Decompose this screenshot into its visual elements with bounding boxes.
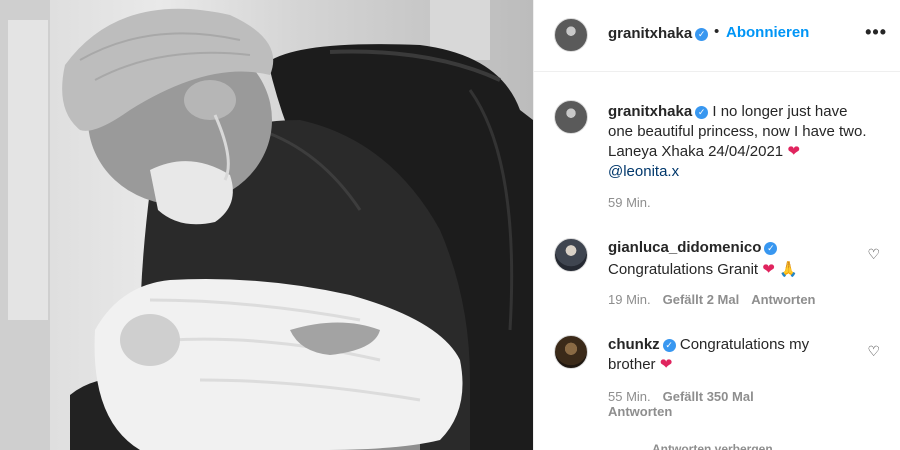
comment-meta: 55 Min. Gefällt 350 Mal: [608, 389, 754, 404]
comment-likes[interactable]: Gefällt 2 Mal: [663, 292, 740, 307]
heart-emoji: ❤: [787, 143, 800, 160]
caption: granitxhaka ✓ I no longer just have one b…: [608, 102, 888, 182]
author-username[interactable]: granitxhaka ✓: [608, 25, 709, 42]
comment-time[interactable]: 55 Min.: [608, 389, 651, 404]
verified-badge-icon: ✓: [764, 242, 778, 255]
more-options-icon[interactable]: •••: [865, 22, 887, 43]
author-avatar[interactable]: [554, 18, 588, 52]
commenter-username-text[interactable]: chunkz: [608, 336, 660, 353]
verified-badge-icon: ✓: [662, 339, 676, 352]
photo-illustration: [0, 0, 533, 450]
commenter-username[interactable]: chunkz ✓: [608, 336, 676, 353]
hide-replies-button[interactable]: Antworten verbergen: [652, 442, 773, 450]
heart-outline-icon[interactable]: ♡: [867, 343, 880, 360]
verified-badge-icon: ✓: [695, 28, 709, 41]
post-photo[interactable]: [0, 0, 533, 450]
separator-dot: •: [714, 23, 720, 40]
commenter-username[interactable]: gianluca_didomenico ✓: [608, 239, 778, 256]
caption-avatar[interactable]: [554, 100, 588, 134]
comment-emoji: ❤ 🙏: [762, 261, 798, 278]
heart-outline-icon[interactable]: ♡: [867, 246, 880, 263]
author-username-text[interactable]: granitxhaka: [608, 25, 692, 42]
verified-badge-icon: ✓: [695, 106, 709, 119]
caption-line-1: I no longer just have: [712, 103, 848, 120]
caption-username[interactable]: granitxhaka ✓: [608, 103, 709, 120]
caption-line-3: Laneya Xhaka 24/04/2021: [608, 143, 784, 160]
post-header: granitxhaka ✓ • Abonnieren •••: [534, 0, 900, 72]
follow-button[interactable]: Abonnieren: [726, 24, 809, 41]
comment-text-line-1: Congratulations my: [679, 336, 810, 353]
comment-text-line-2: brother: [608, 356, 656, 373]
commenter-avatar[interactable]: [554, 335, 588, 369]
mention-link[interactable]: @leonita.x: [608, 162, 888, 182]
post-side-panel: granitxhaka ✓ • Abonnieren ••• granitxhak…: [533, 0, 900, 450]
comment-time[interactable]: 19 Min.: [608, 292, 651, 307]
comment-2: chunkz ✓ Congratulations my brother ❤: [608, 335, 858, 375]
reply-button[interactable]: Antworten: [751, 292, 815, 307]
commenter-username-text[interactable]: gianluca_didomenico: [608, 239, 761, 256]
caption-username-text[interactable]: granitxhaka: [608, 103, 692, 120]
comment-emoji: ❤: [659, 356, 673, 373]
post-timestamp[interactable]: 59 Min.: [608, 195, 651, 210]
commenter-avatar[interactable]: [554, 238, 588, 272]
comment-text: Congratulations Granit: [608, 261, 759, 278]
comment-meta: 19 Min. Gefällt 2 Mal Antworten: [608, 292, 816, 307]
caption-line-2: one beautiful princess, now I have two.: [608, 123, 867, 140]
comment-likes[interactable]: Gefällt 350 Mal: [663, 389, 754, 404]
reply-button[interactable]: Antworten: [608, 404, 672, 419]
comment-1: gianluca_didomenico ✓ Congratulations Gra…: [608, 238, 858, 280]
